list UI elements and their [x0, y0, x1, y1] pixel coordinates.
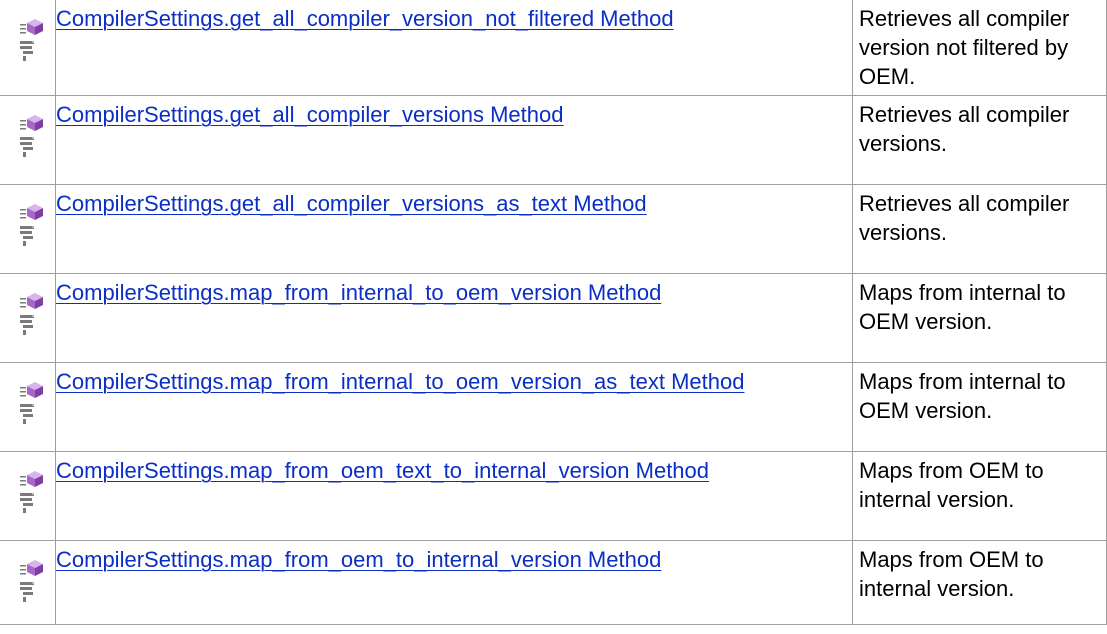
method-link[interactable]: CompilerSettings.map_from_internal_to_oe…	[56, 274, 848, 307]
table-row: CompilerSettings.get_all_compiler_versio…	[0, 95, 1107, 185]
public-method-icon	[18, 110, 54, 158]
method-icon-graphic	[20, 471, 43, 513]
method-link[interactable]: CompilerSettings.map_from_oem_text_to_in…	[56, 452, 848, 485]
description-cell: Retrieves all compiler versions.	[852, 184, 1107, 274]
name-cell: CompilerSettings.get_all_compiler_versio…	[55, 0, 853, 96]
public-method-icon	[18, 14, 54, 62]
method-description: Maps from internal to OEM version.	[859, 369, 1066, 423]
name-cell: CompilerSettings.map_from_internal_to_oe…	[55, 273, 853, 363]
method-link[interactable]: CompilerSettings.map_from_oem_to_interna…	[56, 541, 848, 574]
method-description: Maps from internal to OEM version.	[859, 280, 1066, 334]
name-cell: CompilerSettings.map_from_internal_to_oe…	[55, 362, 853, 452]
method-description: Maps from OEM to internal version.	[859, 547, 1044, 601]
public-method-icon	[18, 466, 54, 514]
public-method-icon	[18, 199, 54, 247]
methods-table: CompilerSettings.get_all_compiler_versio…	[0, 0, 1107, 625]
method-description: Retrieves all compiler versions.	[859, 191, 1070, 245]
description-cell: Maps from internal to OEM version.	[852, 273, 1107, 363]
table-row: CompilerSettings.get_all_compiler_versio…	[0, 184, 1107, 274]
table-row: CompilerSettings.map_from_internal_to_oe…	[0, 273, 1107, 363]
icon-cell	[0, 540, 56, 625]
method-icon-graphic	[20, 293, 43, 335]
table-row: CompilerSettings.get_all_compiler_versio…	[0, 0, 1107, 96]
icon-cell	[0, 273, 56, 363]
icon-cell	[0, 95, 56, 185]
icon-cell	[0, 184, 56, 274]
method-link[interactable]: CompilerSettings.get_all_compiler_versio…	[56, 96, 848, 129]
public-method-icon	[18, 555, 54, 603]
name-cell: CompilerSettings.map_from_oem_to_interna…	[55, 540, 853, 625]
table-row: CompilerSettings.map_from_internal_to_oe…	[0, 362, 1107, 452]
method-icon-graphic	[20, 115, 43, 157]
method-description: Maps from OEM to internal version.	[859, 458, 1044, 512]
method-icon-graphic	[20, 19, 43, 61]
icon-cell	[0, 362, 56, 452]
table-row: CompilerSettings.map_from_oem_to_interna…	[0, 540, 1107, 625]
method-link[interactable]: CompilerSettings.map_from_internal_to_oe…	[56, 363, 848, 396]
method-link[interactable]: CompilerSettings.get_all_compiler_versio…	[56, 0, 848, 33]
methods-table-body: CompilerSettings.get_all_compiler_versio…	[0, 0, 1107, 625]
public-method-icon	[18, 377, 54, 425]
description-cell: Maps from internal to OEM version.	[852, 362, 1107, 452]
icon-cell	[0, 0, 56, 96]
public-method-icon	[18, 288, 54, 336]
name-cell: CompilerSettings.map_from_oem_text_to_in…	[55, 451, 853, 541]
description-cell: Retrieves all compiler version not filte…	[852, 0, 1107, 96]
icon-cell	[0, 451, 56, 541]
table-row: CompilerSettings.map_from_oem_text_to_in…	[0, 451, 1107, 541]
description-cell: Maps from OEM to internal version.	[852, 451, 1107, 541]
method-link[interactable]: CompilerSettings.get_all_compiler_versio…	[56, 185, 848, 218]
description-cell: Retrieves all compiler versions.	[852, 95, 1107, 185]
method-description: Retrieves all compiler versions.	[859, 102, 1070, 156]
name-cell: CompilerSettings.get_all_compiler_versio…	[55, 95, 853, 185]
method-icon-graphic	[20, 204, 43, 246]
description-cell: Maps from OEM to internal version.	[852, 540, 1107, 625]
name-cell: CompilerSettings.get_all_compiler_versio…	[55, 184, 853, 274]
method-icon-graphic	[20, 560, 43, 602]
method-description: Retrieves all compiler version not filte…	[859, 6, 1070, 89]
method-icon-graphic	[20, 382, 43, 424]
